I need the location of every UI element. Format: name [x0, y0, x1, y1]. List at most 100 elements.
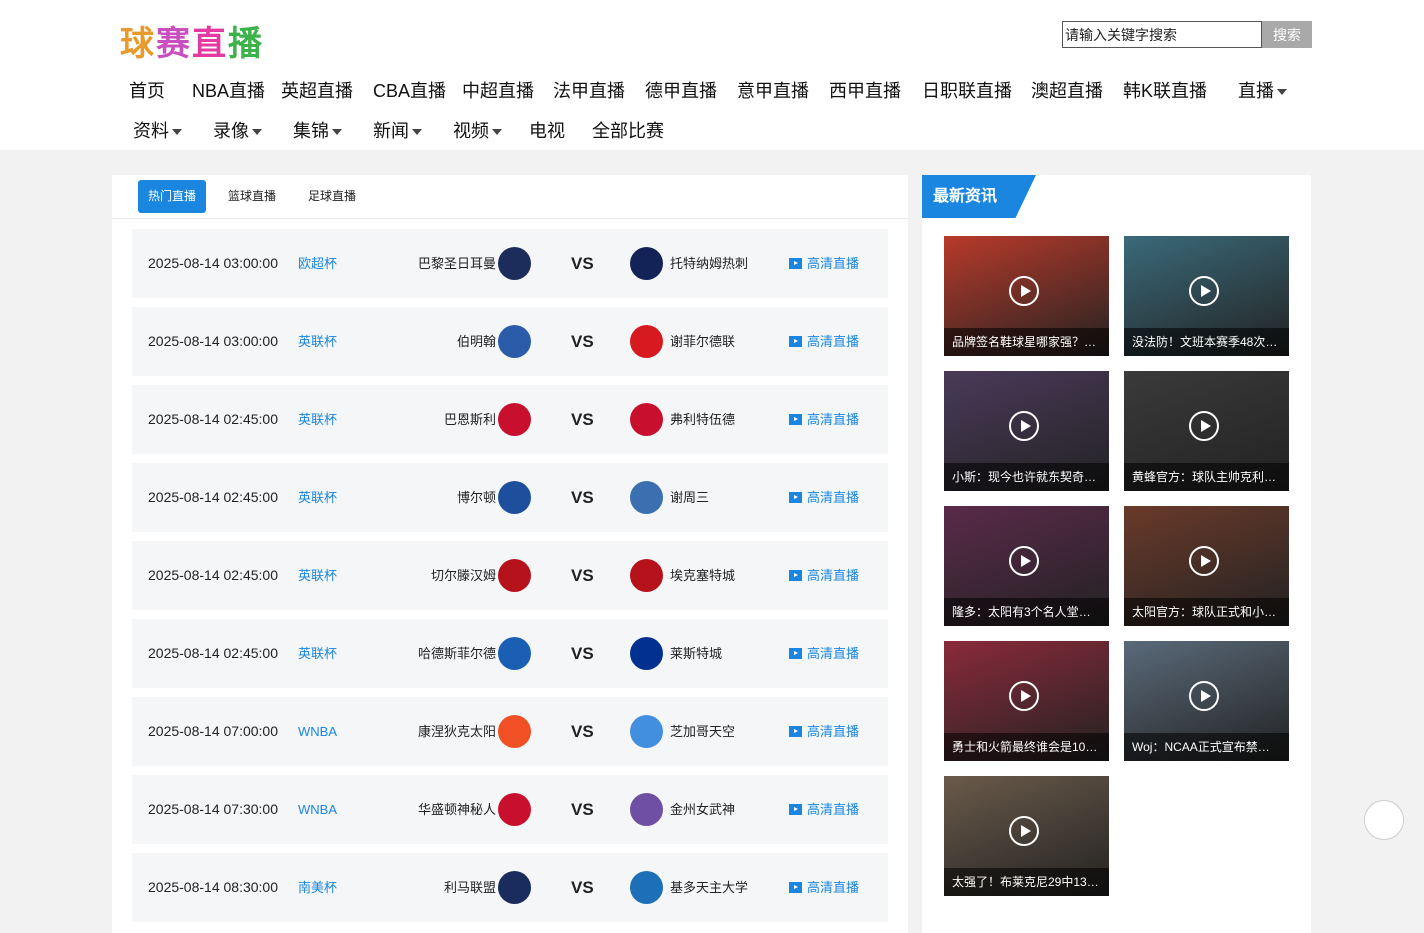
hd-live-link[interactable]: 高清直播: [789, 697, 859, 766]
logo-char: 播: [228, 24, 264, 64]
away-team-name: 芝加哥天空: [670, 724, 736, 739]
match-row[interactable]: 2025-08-14 03:00:00 英联杯 伯明翰 VS 谢菲尔德联 高清直…: [132, 307, 888, 376]
match-league-link[interactable]: 欧超杯: [298, 229, 337, 298]
nav-video-dropdown[interactable]: 视频: [453, 116, 502, 146]
match-time: 2025-08-14 02:45:00: [148, 567, 278, 583]
nav-seriea[interactable]: 意甲直播: [737, 76, 809, 106]
nav-cba[interactable]: CBA直播: [373, 76, 446, 106]
match-row[interactable]: 2025-08-14 03:00:00 欧超杯 巴黎圣日耳曼 VS 托特纳姆热刺…: [132, 229, 888, 298]
nav-replay-dropdown[interactable]: 录像: [213, 116, 262, 146]
tab-basketball-live[interactable]: 篮球直播: [218, 180, 286, 213]
search-input[interactable]: [1062, 21, 1262, 48]
chevron-down-icon: [1277, 89, 1287, 96]
match-league-link[interactable]: 南美杯: [298, 853, 337, 922]
nav-bundesliga[interactable]: 德甲直播: [645, 76, 717, 106]
chevron-down-icon: [332, 129, 342, 136]
news-thumbnail[interactable]: 没法防！文班本赛季48次…: [1124, 236, 1289, 356]
nav-data-dropdown[interactable]: 资料: [133, 116, 182, 146]
news-panel: 最新资讯 品牌签名鞋球星哪家强？… 没法防！文班本赛季48次… 小斯：现今也许就…: [922, 175, 1311, 933]
nav-csl[interactable]: 中超直播: [462, 76, 534, 106]
news-thumbnail[interactable]: 太强了！布莱克尼29中13…: [944, 776, 1109, 896]
nav-live-dropdown[interactable]: 直播: [1238, 76, 1287, 106]
home-team-logo-icon: [498, 559, 531, 592]
site-logo[interactable]: 球赛直播: [120, 16, 264, 65]
hd-live-link[interactable]: 高清直播: [789, 619, 859, 688]
news-thumbnail[interactable]: 隆多：太阳有3个名人堂成…: [944, 506, 1109, 626]
play-icon: [789, 882, 802, 893]
nav-aleague[interactable]: 澳超直播: [1031, 76, 1103, 106]
news-thumbnail[interactable]: 小斯：现今也许就东契奇…: [944, 371, 1109, 491]
news-thumbnail[interactable]: 勇士和火箭最终谁会是10…: [944, 641, 1109, 761]
nav-kleague[interactable]: 韩K联直播: [1123, 76, 1207, 106]
nav-home[interactable]: 首页: [129, 76, 165, 106]
away-team-logo-icon: [630, 325, 663, 358]
match-row[interactable]: 2025-08-14 07:00:00 WNBA 康涅狄克太阳 VS 芝加哥天空…: [132, 697, 888, 766]
match-row[interactable]: 2025-08-14 08:30:00 南美杯 利马联盟 VS 基多天主大学 高…: [132, 853, 888, 922]
news-title: 最新资讯: [933, 188, 998, 205]
vs-label: VS: [571, 254, 594, 273]
nav-nba[interactable]: NBA直播: [192, 76, 265, 106]
hd-live-link[interactable]: 高清直播: [789, 385, 859, 454]
vs-label: VS: [571, 644, 594, 663]
match-league-link[interactable]: 英联杯: [298, 463, 337, 532]
match-league-link[interactable]: 英联杯: [298, 541, 337, 610]
vs-label: VS: [571, 566, 594, 585]
back-to-top-button[interactable]: [1364, 800, 1404, 840]
news-caption: 黄蜂官方：球队主帅克利…: [1124, 463, 1289, 491]
nav-news-dropdown[interactable]: 新闻: [373, 116, 422, 146]
match-row[interactable]: 2025-08-14 02:45:00 英联杯 哈德斯菲尔德 VS 莱斯特城 高…: [132, 619, 888, 688]
away-team-name: 弗利特伍德: [670, 412, 736, 427]
home-team-logo-icon: [498, 871, 531, 904]
hd-live-link[interactable]: 高清直播: [789, 463, 859, 532]
match-league-link[interactable]: 英联杯: [298, 307, 337, 376]
match-row[interactable]: 2025-08-14 02:45:00 英联杯 巴恩斯利 VS 弗利特伍德 高清…: [132, 385, 888, 454]
away-team-logo-icon: [630, 481, 663, 514]
home-team-name: 切尔滕汉姆: [430, 568, 496, 583]
news-thumbnail[interactable]: 太阳官方：球队正式和小…: [1124, 506, 1289, 626]
play-circle-icon: [1009, 276, 1039, 306]
logo-char: 球: [120, 24, 156, 64]
news-thumbnail[interactable]: Woj：NCAA正式宣布禁止博…: [1124, 641, 1289, 761]
tab-hot-live[interactable]: 热门直播: [138, 180, 206, 213]
nav-epl[interactable]: 英超直播: [281, 76, 353, 106]
match-row[interactable]: 2025-08-14 02:45:00 英联杯 切尔滕汉姆 VS 埃克塞特城 高…: [132, 541, 888, 610]
away-team-logo-icon: [630, 715, 663, 748]
nav-laliga[interactable]: 西甲直播: [829, 76, 901, 106]
news-thumbnail[interactable]: 品牌签名鞋球星哪家强？…: [944, 236, 1109, 356]
away-team-logo-icon: [630, 559, 663, 592]
chevron-down-icon: [492, 129, 502, 136]
match-league-link[interactable]: WNBA: [298, 775, 337, 844]
news-thumbnail[interactable]: 黄蜂官方：球队主帅克利…: [1124, 371, 1289, 491]
match-league-link[interactable]: WNBA: [298, 697, 337, 766]
match-row[interactable]: 2025-08-14 07:30:00 WNBA 华盛顿神秘人 VS 金州女武神…: [132, 775, 888, 844]
hd-live-link[interactable]: 高清直播: [789, 541, 859, 610]
match-row[interactable]: 2025-08-14 02:45:00 英联杯 博尔顿 VS 谢周三 高清直播: [132, 463, 888, 532]
hd-live-link[interactable]: 高清直播: [789, 775, 859, 844]
tab-football-live[interactable]: 足球直播: [298, 180, 366, 213]
match-league-link[interactable]: 英联杯: [298, 619, 337, 688]
play-circle-icon: [1189, 276, 1219, 306]
away-team-logo-icon: [630, 793, 663, 826]
play-circle-icon: [1189, 681, 1219, 711]
schedule-tabs: 热门直播 篮球直播 足球直播: [112, 175, 908, 219]
home-team-name: 康涅狄克太阳: [417, 724, 496, 739]
nav-jleague[interactable]: 日职联直播: [922, 76, 1012, 106]
nav-highlights-dropdown[interactable]: 集锦: [293, 116, 342, 146]
play-icon: [789, 726, 802, 737]
nav-ligue1[interactable]: 法甲直播: [553, 76, 625, 106]
hd-live-link[interactable]: 高清直播: [789, 853, 859, 922]
news-caption: 没法防！文班本赛季48次…: [1124, 328, 1289, 356]
match-time: 2025-08-14 07:00:00: [148, 723, 278, 739]
play-circle-icon: [1189, 546, 1219, 576]
play-icon: [789, 336, 802, 347]
play-icon: [789, 804, 802, 815]
vs-label: VS: [571, 488, 594, 507]
hd-live-link[interactable]: 高清直播: [789, 307, 859, 376]
search-button[interactable]: 搜索: [1262, 21, 1312, 48]
play-circle-icon: [1009, 681, 1039, 711]
nav-tv[interactable]: 电视: [529, 116, 565, 146]
match-league-link[interactable]: 英联杯: [298, 385, 337, 454]
nav-all-matches[interactable]: 全部比赛: [592, 116, 664, 146]
hd-live-link[interactable]: 高清直播: [789, 229, 859, 298]
news-caption: 品牌签名鞋球星哪家强？…: [944, 328, 1109, 356]
